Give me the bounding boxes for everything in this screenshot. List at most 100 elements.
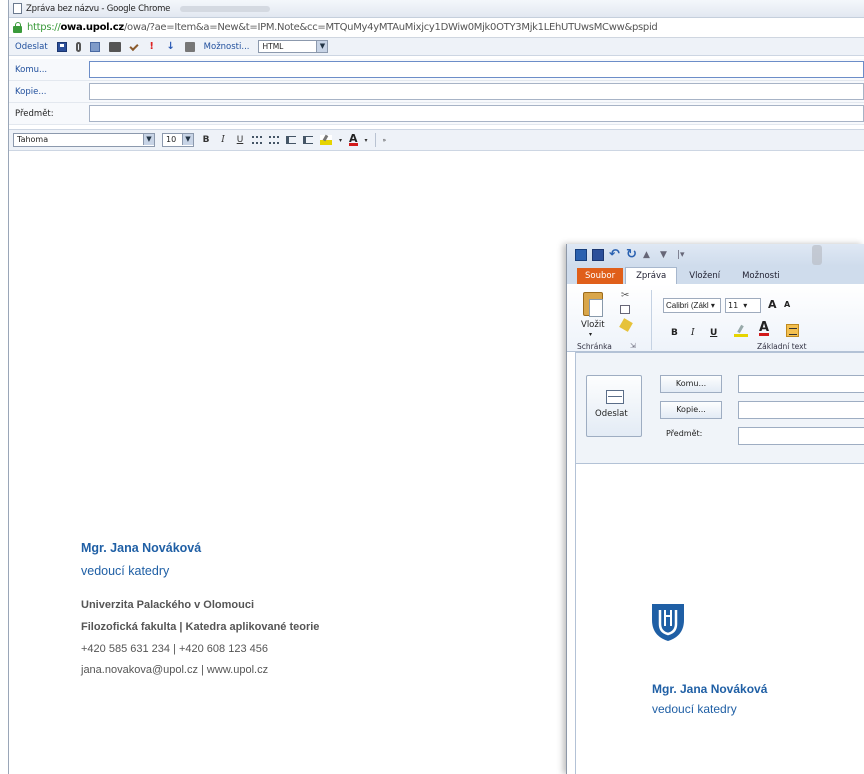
blurred-area bbox=[812, 245, 822, 265]
font-size-select[interactable]: 11 ▾ bbox=[725, 298, 761, 313]
subject-input[interactable] bbox=[89, 105, 864, 122]
font-select-value: Tahoma bbox=[17, 135, 49, 144]
underline-button[interactable]: U bbox=[235, 135, 245, 145]
font-select[interactable]: Calibri (Zákl ▾ bbox=[663, 298, 721, 313]
format-toolbar: Tahoma ▼ 10 ▼ B I U ▾ A ▾ » bbox=[9, 129, 864, 151]
down-arrow-icon[interactable]: ▼ bbox=[660, 249, 672, 261]
ribbon: Vložit ▾ ✂ Schránka ⇲ Calibri (Zákl ▾ 11… bbox=[567, 284, 864, 352]
signature-role: vedoucí katedry bbox=[81, 564, 170, 578]
cc-input[interactable] bbox=[89, 83, 864, 100]
app-icon[interactable] bbox=[575, 249, 587, 261]
url-text[interactable]: https://owa.upol.cz/owa/?ae=Item&a=New&t… bbox=[27, 22, 658, 33]
italic-button[interactable]: I bbox=[691, 328, 695, 338]
envelope-icon bbox=[606, 390, 624, 404]
cut-icon[interactable]: ✂ bbox=[621, 290, 629, 301]
numbered-list-icon[interactable] bbox=[252, 136, 262, 144]
copy-icon[interactable] bbox=[620, 305, 630, 314]
tab-file[interactable]: Soubor bbox=[577, 268, 624, 284]
message-options-icon[interactable] bbox=[184, 41, 195, 52]
signature-phone: +420 585 631 234 | +420 608 123 456 bbox=[81, 643, 268, 655]
to-input[interactable] bbox=[738, 375, 864, 393]
cc-button[interactable]: Kopie... bbox=[660, 401, 722, 419]
bold-button[interactable]: B bbox=[201, 135, 211, 145]
decrease-indent-icon[interactable] bbox=[286, 136, 296, 144]
to-row: Komu... bbox=[9, 59, 864, 81]
basic-text-group-label: Základní text bbox=[757, 342, 807, 351]
blurred-title-area bbox=[180, 5, 271, 12]
bold-button[interactable]: B bbox=[671, 328, 678, 338]
tab-insert[interactable]: Vložení bbox=[679, 268, 730, 284]
attach-icon[interactable] bbox=[75, 41, 81, 52]
send-button[interactable]: Odeslat bbox=[15, 42, 48, 52]
redo-icon[interactable]: ↻ bbox=[626, 248, 638, 261]
paste-button[interactable]: Vložit bbox=[581, 320, 605, 330]
more-options-icon[interactable]: » bbox=[383, 137, 387, 144]
send-button[interactable]: Odeslat bbox=[586, 375, 642, 437]
address-bar[interactable]: https://owa.upol.cz/owa/?ae=Item&a=New&t… bbox=[9, 18, 864, 38]
paste-icon[interactable] bbox=[583, 292, 603, 317]
signature-name: Mgr. Jana Nováková bbox=[652, 682, 768, 696]
subject-label: Předmět: bbox=[666, 429, 703, 438]
font-color-icon[interactable]: A bbox=[349, 133, 358, 146]
font-color-button[interactable]: A bbox=[759, 321, 770, 336]
group-separator bbox=[651, 290, 652, 350]
shrink-font-button[interactable]: A bbox=[784, 300, 790, 309]
grow-font-button[interactable]: A bbox=[768, 298, 777, 311]
save-icon[interactable] bbox=[56, 41, 67, 52]
highlight-icon[interactable] bbox=[734, 324, 748, 337]
message-body[interactable]: Mgr. Jana Nováková vedoucí katedry bbox=[575, 464, 864, 774]
chevron-down-icon[interactable]: ▾ bbox=[589, 331, 592, 338]
increase-indent-icon[interactable] bbox=[303, 136, 313, 144]
high-importance-icon[interactable]: ! bbox=[147, 41, 157, 52]
up-arrow-icon[interactable]: ▲ bbox=[643, 249, 655, 261]
tab-message[interactable]: Zpráva bbox=[625, 267, 678, 284]
ribbon-tabs: Soubor Zpráva Vložení Možnosti bbox=[567, 266, 864, 284]
subject-row: Předmět: bbox=[9, 103, 864, 125]
chevron-down-icon: ▼ bbox=[182, 134, 193, 145]
align-icon[interactable] bbox=[786, 324, 799, 337]
save-icon[interactable] bbox=[592, 249, 604, 261]
signature-department: Filozofická fakulta | Katedra aplikované… bbox=[81, 621, 320, 633]
format-select[interactable]: HTML ▼ bbox=[258, 40, 329, 53]
lock-icon bbox=[13, 22, 23, 33]
low-importance-icon[interactable]: ↓ bbox=[166, 41, 176, 52]
address-book-icon[interactable] bbox=[89, 41, 100, 52]
bullet-list-icon[interactable] bbox=[269, 136, 279, 144]
cc-input[interactable] bbox=[738, 401, 864, 419]
clipboard-group: Vložit ▾ ✂ bbox=[577, 290, 647, 348]
cc-row: Kopie... bbox=[9, 81, 864, 103]
chevron-down-icon[interactable]: ▾ bbox=[339, 137, 342, 144]
browser-title: Zpráva bez názvu - Google Chrome bbox=[26, 3, 171, 14]
cc-button[interactable]: Kopie... bbox=[9, 87, 89, 97]
underline-button[interactable]: U bbox=[710, 328, 717, 338]
subject-input[interactable] bbox=[738, 427, 864, 445]
tab-options[interactable]: Možnosti bbox=[732, 268, 790, 284]
subject-label: Předmět: bbox=[15, 108, 54, 119]
chevron-down-icon: ▼ bbox=[143, 134, 154, 145]
to-button[interactable]: Komu... bbox=[660, 375, 722, 393]
signature-role: vedoucí katedry bbox=[652, 702, 737, 716]
chevron-down-icon[interactable]: ▾ bbox=[365, 137, 368, 144]
signature-organization: Univerzita Palackého v Olomouci bbox=[81, 599, 255, 611]
signature-name: Mgr. Jana Nováková bbox=[81, 541, 202, 555]
customize-toolbar-icon[interactable]: |▾ bbox=[677, 249, 689, 261]
page-icon bbox=[13, 3, 22, 14]
outlook-compose-window: ↶ ↻ ▲ ▼ |▾ Soubor Zpráva Vložení Možnost… bbox=[566, 244, 864, 774]
format-painter-icon[interactable] bbox=[619, 318, 633, 332]
check-names-icon[interactable] bbox=[108, 41, 121, 52]
message-header: Odeslat Komu... Kopie... Předmět: bbox=[575, 352, 864, 464]
font-select[interactable]: Tahoma ▼ bbox=[13, 133, 155, 147]
options-button[interactable]: Možnosti... bbox=[204, 42, 250, 52]
to-input[interactable] bbox=[89, 61, 864, 78]
toolbar-separator bbox=[374, 133, 376, 147]
chevron-down-icon: ▼ bbox=[316, 41, 328, 52]
university-logo-icon bbox=[652, 604, 684, 641]
browser-title-bar: Zpráva bez názvu - Google Chrome bbox=[9, 0, 864, 18]
spell-check-icon[interactable] bbox=[129, 41, 139, 52]
italic-button[interactable]: I bbox=[218, 135, 228, 145]
dialog-launcher-icon[interactable]: ⇲ bbox=[630, 342, 636, 350]
to-button[interactable]: Komu... bbox=[9, 65, 89, 75]
undo-icon[interactable]: ↶ bbox=[609, 248, 621, 261]
font-size-select[interactable]: 10 ▼ bbox=[162, 133, 194, 147]
highlight-icon[interactable] bbox=[320, 135, 332, 145]
